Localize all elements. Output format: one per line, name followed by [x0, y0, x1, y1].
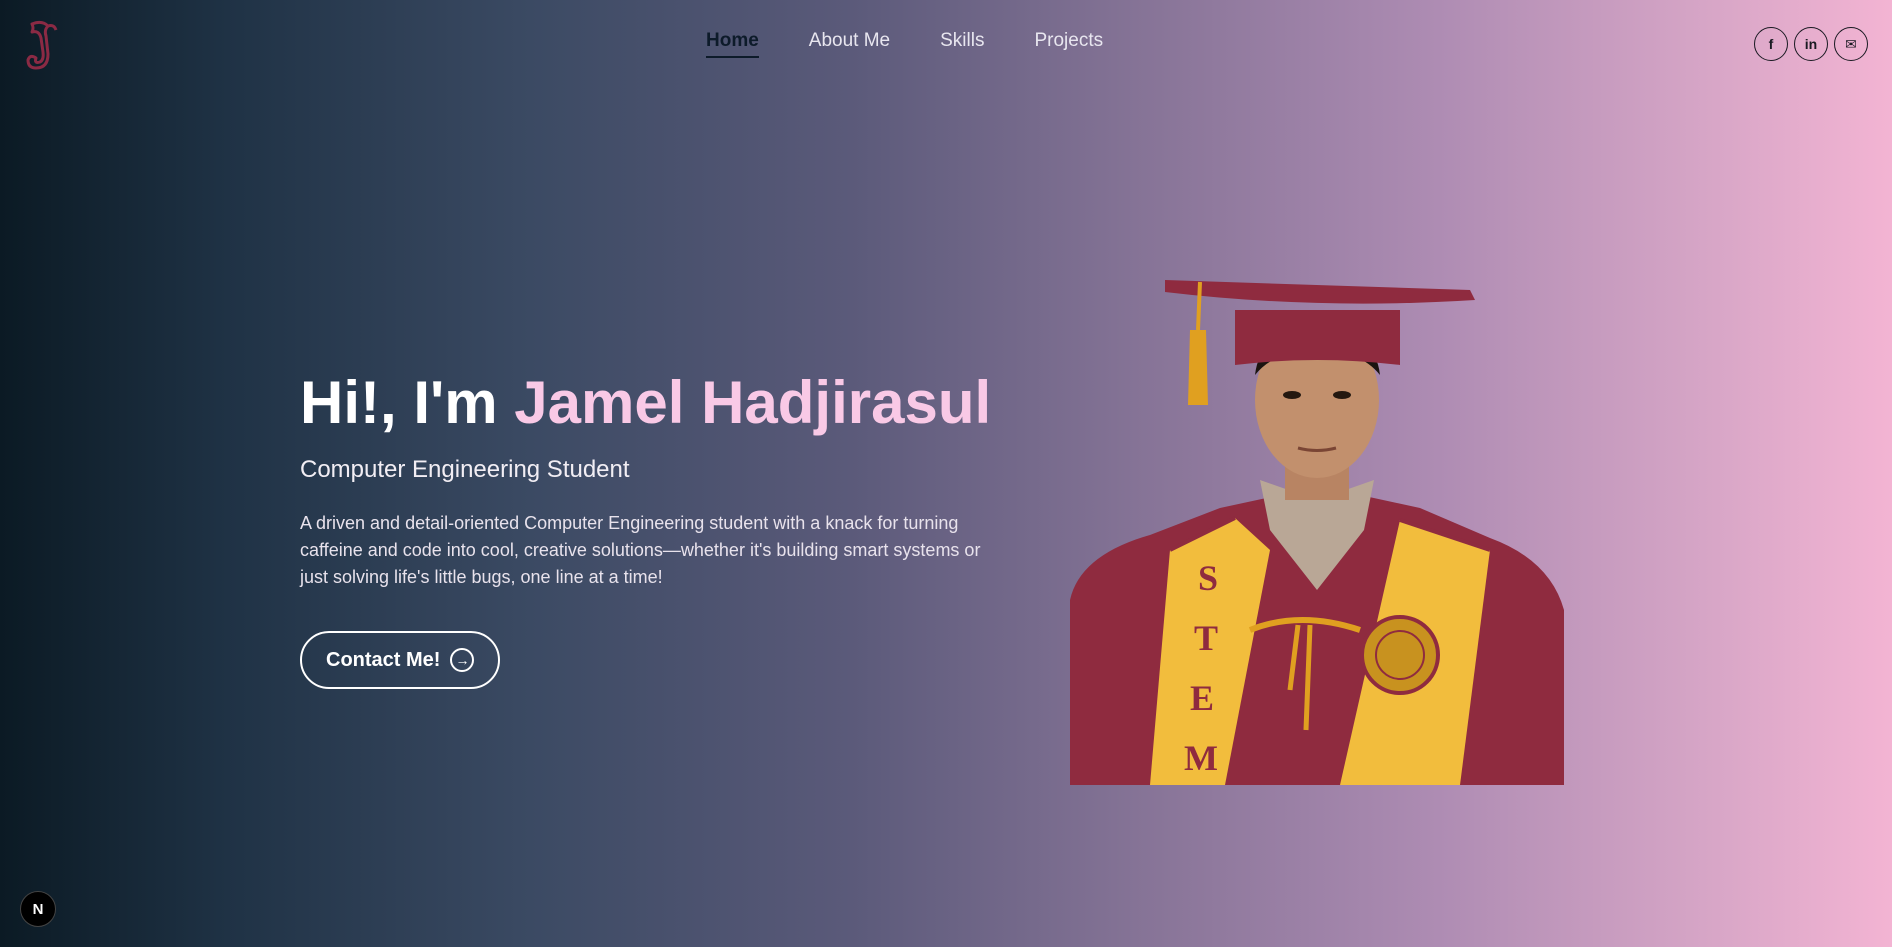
j-logo-icon[interactable]	[22, 18, 64, 74]
nextjs-icon[interactable]: N	[20, 891, 56, 927]
graduation-portrait: S T E M	[1070, 280, 1564, 785]
hero-section: Hi!, I'm Jamel Hadjirasul Computer Engin…	[300, 370, 1020, 689]
contact-button[interactable]: Contact Me! →	[300, 631, 501, 689]
mail-icon[interactable]: ✉	[1834, 27, 1868, 61]
linkedin-icon[interactable]: in	[1794, 27, 1828, 61]
cap-base	[1235, 310, 1400, 365]
arrow-right-circle-icon: →	[450, 648, 475, 672]
hero-description: A driven and detail-oriented Computer En…	[300, 513, 981, 587]
svg-text:E: E	[1190, 678, 1214, 718]
nav-item-home[interactable]: Home	[706, 30, 759, 58]
hero-headline: Hi!, I'm Jamel Hadjirasul	[300, 370, 1020, 436]
tassel	[1188, 330, 1208, 405]
contact-button-label: Contact Me!	[326, 648, 441, 671]
main-nav: Home About Me Skills Projects	[706, 30, 1103, 58]
svg-text:T: T	[1194, 618, 1218, 658]
svg-text:M: M	[1184, 738, 1218, 778]
hero-name: Jamel Hadjirasul	[514, 369, 992, 436]
school-seal	[1360, 615, 1440, 695]
hero-subtitle: Computer Engineering Student	[300, 456, 630, 483]
nav-item-about[interactable]: About Me	[809, 30, 890, 58]
nav-item-projects[interactable]: Projects	[1034, 30, 1103, 58]
facebook-icon[interactable]: f	[1754, 27, 1788, 61]
hero-greeting: Hi!, I'm	[300, 369, 515, 436]
social-links: f in ✉	[1754, 27, 1868, 61]
cap-board	[1165, 280, 1475, 304]
nav-item-skills[interactable]: Skills	[940, 30, 984, 58]
svg-text:S: S	[1198, 558, 1218, 598]
